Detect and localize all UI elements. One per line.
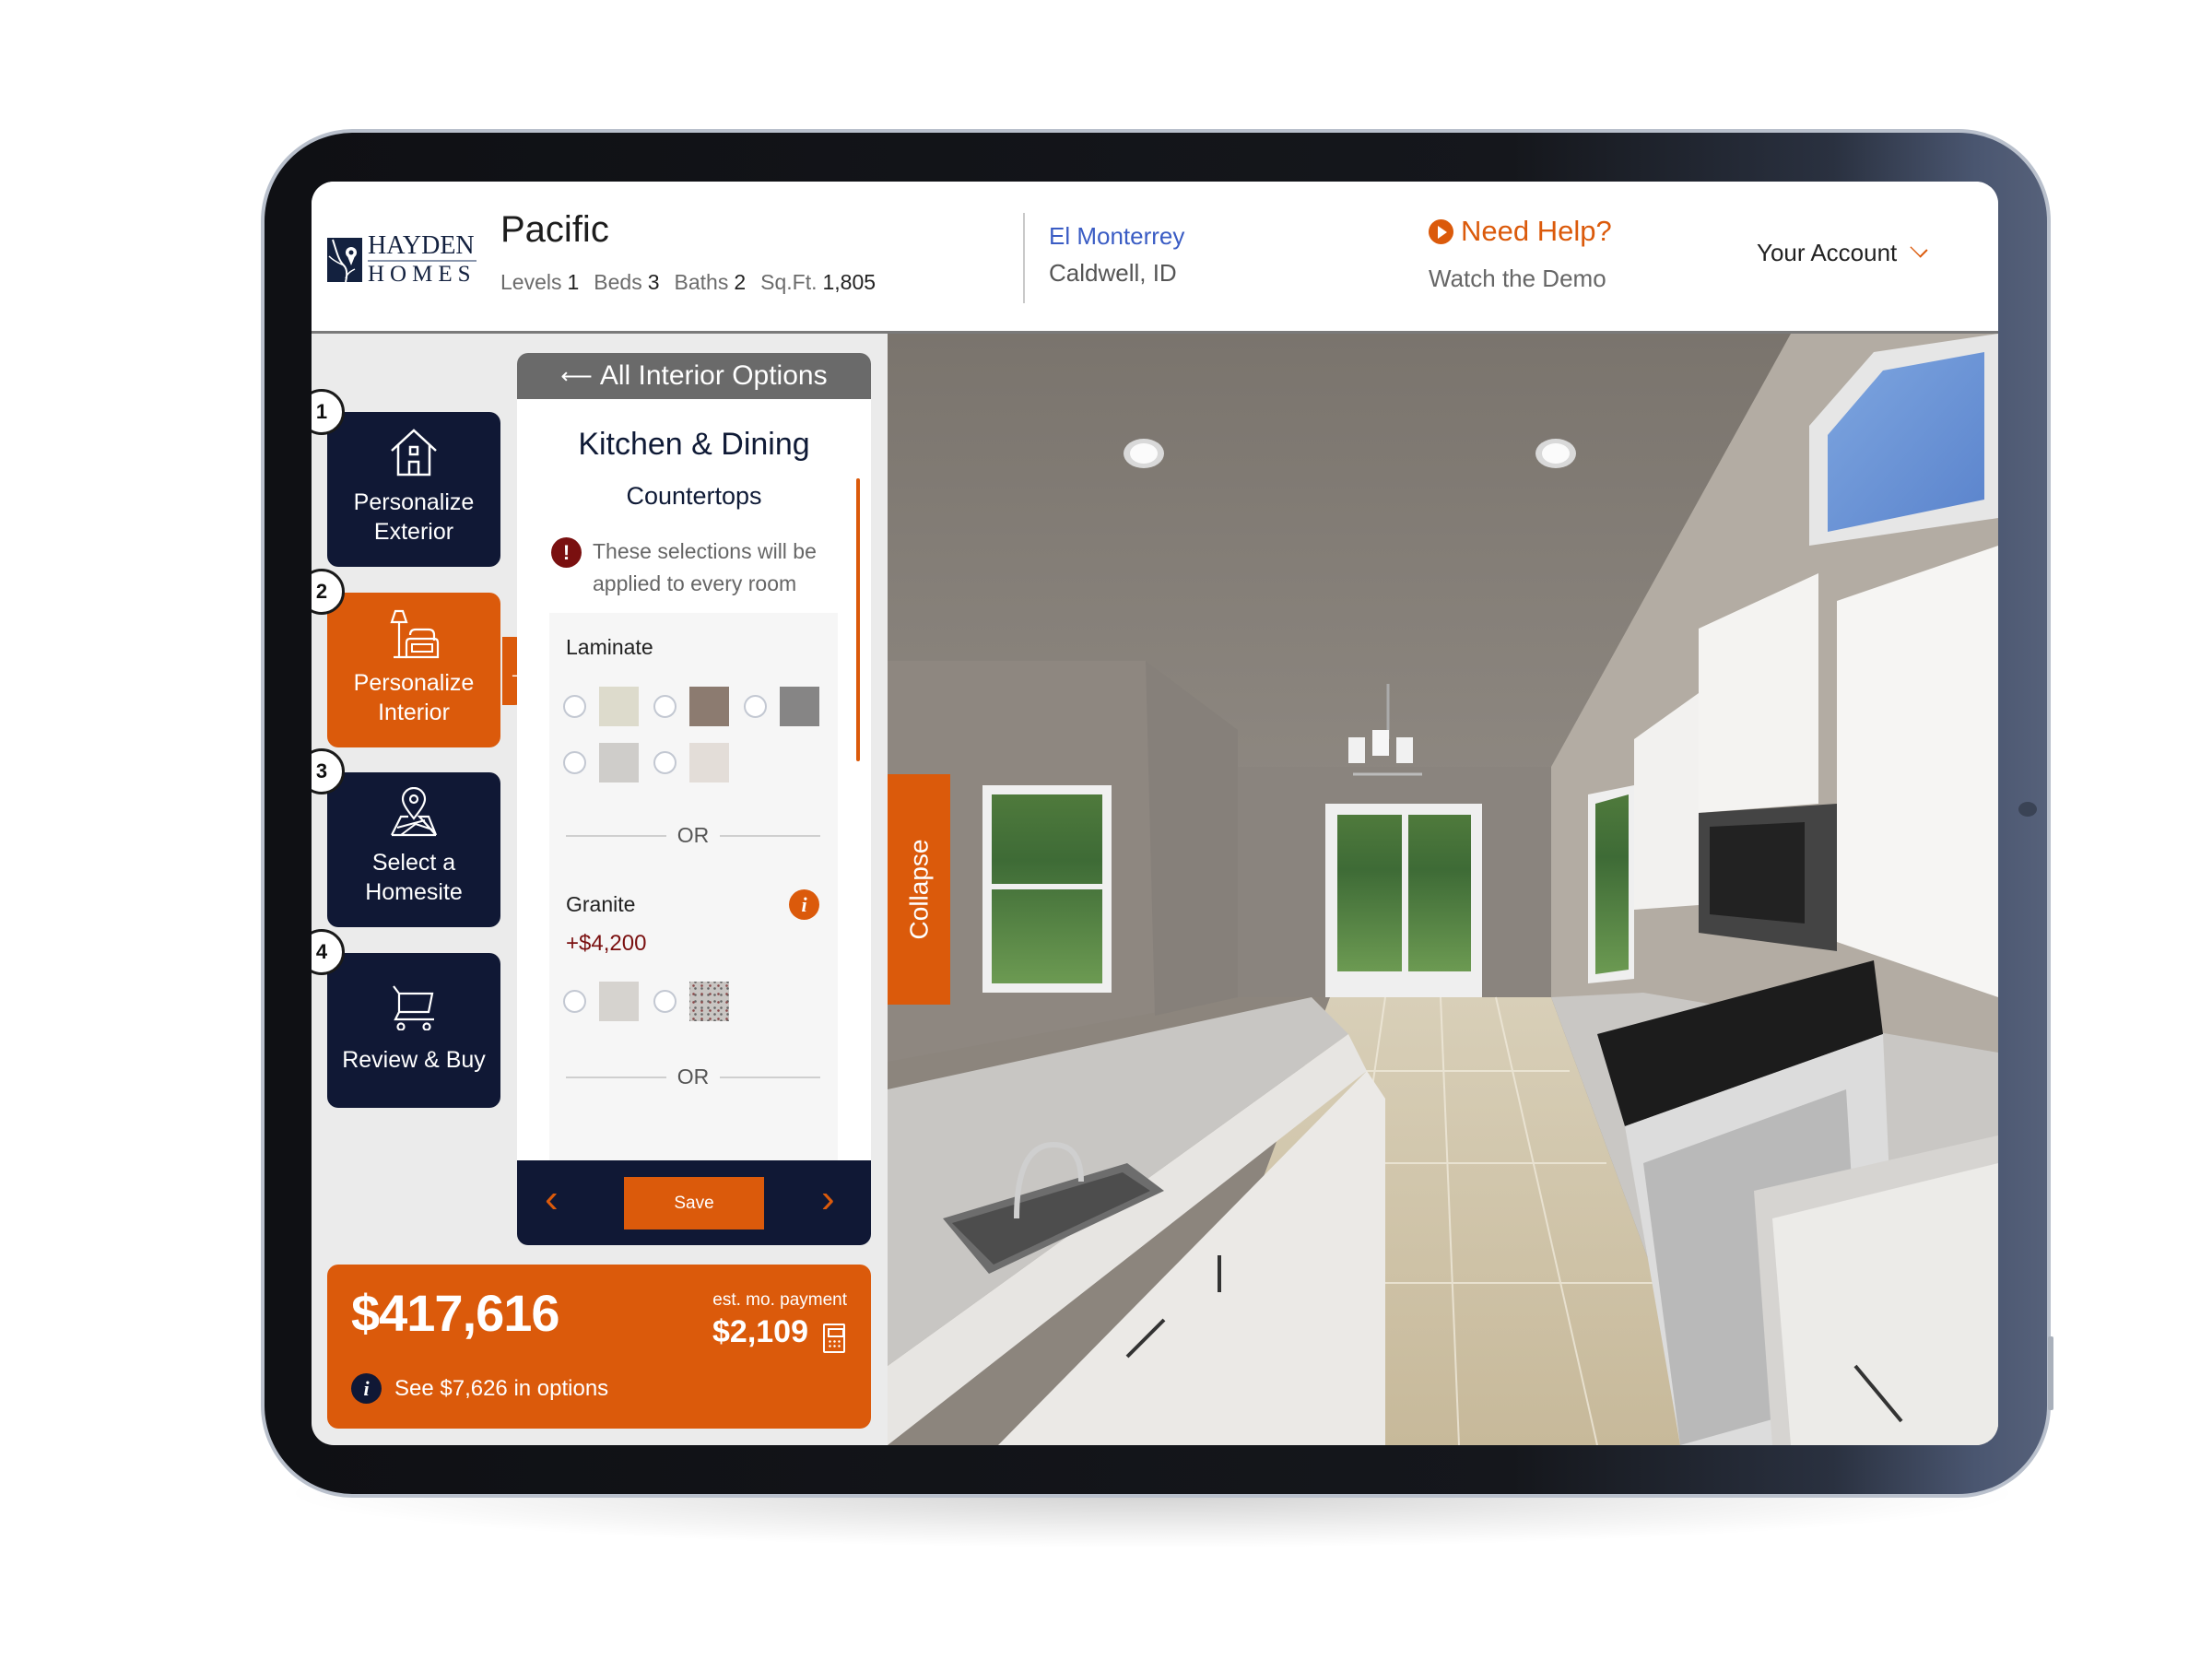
radio[interactable] xyxy=(563,751,586,774)
laminate-swatch-row-2 xyxy=(563,743,744,782)
or-divider: OR xyxy=(566,823,820,848)
laminate-option-3[interactable] xyxy=(744,687,819,726)
all-interior-options-label: All Interior Options xyxy=(599,360,828,391)
info-icon[interactable]: i xyxy=(789,889,819,920)
step-personalize-exterior[interactable]: Personalize Exterior xyxy=(327,412,500,567)
notice-text: These selections will be applied to ever… xyxy=(593,539,817,595)
swatch xyxy=(689,982,729,1021)
house-icon xyxy=(327,427,500,480)
header-divider xyxy=(1023,213,1025,303)
arrow-left-icon: ⟵ xyxy=(560,363,593,389)
collapse-panel-button[interactable]: Collapse xyxy=(888,774,950,1005)
or-divider: OR xyxy=(566,1065,820,1089)
group-laminate-label: Laminate xyxy=(566,635,653,659)
camera-icon xyxy=(2018,802,2037,817)
cart-icon xyxy=(327,984,500,1038)
plan-specs: Levels 1 Beds 3 Baths 2 Sq.Ft. 1,805 xyxy=(500,270,876,295)
granite-swatch-row xyxy=(563,982,744,1021)
step-label: Personalize Exterior xyxy=(353,489,475,545)
kitchen-render xyxy=(888,334,1998,1445)
need-help-label: Need Help? xyxy=(1461,215,1612,247)
step-label: Personalize Interior xyxy=(353,670,475,725)
price-summary: $417,616 est. mo. payment $2,109 i See $… xyxy=(327,1265,871,1429)
laminate-swatch-row-1 xyxy=(563,687,834,726)
notice: ! These selections will be applied to ev… xyxy=(551,535,828,600)
account-menu[interactable]: Your Account xyxy=(1757,239,1928,267)
est-payment-label: est. mo. payment xyxy=(712,1290,847,1310)
swatch xyxy=(689,687,729,726)
swatch xyxy=(780,687,819,726)
scrollbar[interactable] xyxy=(856,478,860,761)
radio[interactable] xyxy=(744,695,767,718)
previous-icon[interactable]: ‹ xyxy=(545,1179,559,1219)
all-interior-options-button[interactable]: ⟵ All Interior Options xyxy=(517,353,871,399)
granite-option-1[interactable] xyxy=(563,982,639,1021)
map-pin-icon xyxy=(327,787,500,841)
save-button[interactable]: Save xyxy=(624,1177,764,1230)
collapse-label: Collapse xyxy=(904,839,934,940)
total-price: $417,616 xyxy=(351,1284,560,1342)
chevron-down-icon xyxy=(1910,239,1928,258)
community-city: Caldwell, ID xyxy=(1049,259,1177,287)
watch-demo-link[interactable]: Watch the Demo xyxy=(1429,265,1606,293)
swatch xyxy=(689,743,729,782)
step-review-buy[interactable]: Review & Buy xyxy=(327,953,500,1108)
radio[interactable] xyxy=(653,990,677,1013)
step-personalize-interior[interactable]: → PersonalizeInterior xyxy=(327,593,548,747)
options-total-text: See $7,626 in options xyxy=(394,1375,609,1401)
lamp-chair-icon xyxy=(327,607,500,661)
3d-kitchen-viewer[interactable] xyxy=(888,334,1998,1445)
swatch xyxy=(599,743,639,782)
section-title: Kitchen & Dining xyxy=(578,427,810,462)
step-label: Select a Homesite xyxy=(365,850,463,905)
logo-line2: HOMES xyxy=(368,262,477,287)
category-title: Countertops xyxy=(626,482,762,510)
info-icon: i xyxy=(351,1373,382,1404)
laminate-option-2[interactable] xyxy=(653,687,729,726)
laminate-option-1[interactable] xyxy=(563,687,639,726)
granite-option-2[interactable] xyxy=(653,982,729,1021)
spec-sqft: Sq.Ft. 1,805 xyxy=(760,270,877,294)
app-screen: HAYDEN HOMES Pacific Levels 1 Beds 3 Baths… xyxy=(312,182,1998,1445)
spec-levels: Levels 1 xyxy=(500,270,580,294)
laminate-option-4[interactable] xyxy=(563,743,639,782)
tree-logo-icon xyxy=(327,237,362,282)
hayden-homes-logo[interactable]: HAYDEN HOMES xyxy=(327,233,477,286)
options-panel: Kitchen & Dining Countertops ! These sel… xyxy=(517,399,871,1160)
step-select-homesite[interactable]: Select a Homesite xyxy=(327,772,500,927)
account-label: Your Account xyxy=(1757,239,1898,266)
side-button xyxy=(2048,1336,2053,1410)
granite-price: +$4,200 xyxy=(566,931,647,956)
panel-footer: ‹ Save › xyxy=(517,1160,871,1245)
next-icon[interactable]: › xyxy=(821,1179,835,1219)
alert-icon: ! xyxy=(551,537,582,568)
radio[interactable] xyxy=(563,695,586,718)
step-label: Review & Buy xyxy=(342,1047,486,1073)
radio[interactable] xyxy=(563,990,586,1013)
calculator-icon[interactable] xyxy=(823,1324,845,1353)
need-help-link[interactable]: Need Help? xyxy=(1429,215,1612,248)
community-link[interactable]: El Monterrey xyxy=(1049,222,1184,251)
spec-beds: Beds 3 xyxy=(594,270,660,294)
logo-line1: HAYDEN xyxy=(368,231,477,262)
swatch xyxy=(599,982,639,1021)
play-icon xyxy=(1429,218,1453,244)
countertop-options: Laminate OR Granite i +$4,200 OR xyxy=(549,613,838,1160)
group-granite-label: Granite xyxy=(566,892,636,916)
radio[interactable] xyxy=(653,751,677,774)
see-options-link[interactable]: i See $7,626 in options xyxy=(351,1373,608,1404)
radio[interactable] xyxy=(653,695,677,718)
laminate-option-5[interactable] xyxy=(653,743,729,782)
header: HAYDEN HOMES Pacific Levels 1 Beds 3 Baths… xyxy=(312,182,1998,334)
plan-name: Pacific xyxy=(500,209,609,250)
swatch xyxy=(599,687,639,726)
spec-baths: Baths 2 xyxy=(674,270,747,294)
monthly-payment: $2,109 xyxy=(712,1314,808,1349)
